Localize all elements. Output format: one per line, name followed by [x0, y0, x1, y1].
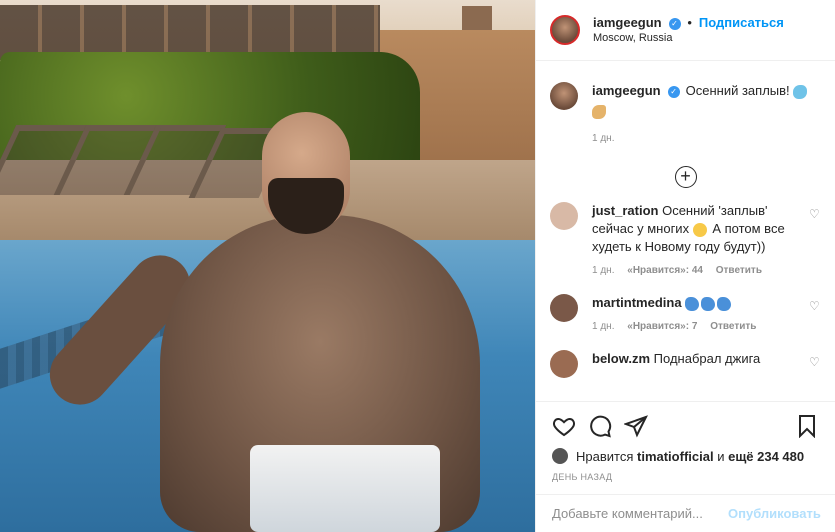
comment-body: below.zm Поднабрал джига	[592, 350, 797, 378]
reply-button[interactable]: Ответить	[710, 321, 756, 332]
post-actions: Нравится timatiofficial и ещё 234 480 ДЕ…	[536, 401, 835, 482]
comment-avatar[interactable]	[550, 294, 578, 322]
plus-circle-icon[interactable]: +	[674, 166, 697, 188]
comment-item: below.zm Поднабрал джига ♡	[550, 350, 821, 378]
likes-avatar[interactable]	[552, 448, 568, 464]
header-text: iamgeegun ✓ • Подписаться Moscow, Russia	[593, 14, 784, 45]
bookmark-icon[interactable]	[795, 414, 819, 438]
comment-text: Поднабрал джига	[653, 351, 761, 366]
instagram-post: iamgeegun ✓ • Подписаться Moscow, Russia…	[0, 0, 835, 532]
share-icon[interactable]	[624, 414, 648, 438]
comments-area[interactable]: iamgeegun ✓ Осенний заплыв! 1 дн. + just_r…	[536, 61, 835, 401]
wave-emoji	[717, 296, 732, 311]
comment-likes[interactable]: «Нравится»: 7	[627, 321, 697, 332]
likes-user[interactable]: timatiofficial	[637, 449, 714, 464]
caption-avatar[interactable]	[550, 82, 578, 110]
post-photo[interactable]	[0, 0, 535, 532]
muscle-emoji	[592, 104, 606, 119]
comment-item: martintmedina 1 дн. «Нравится»: 7 Ответи…	[550, 294, 821, 336]
comment-input[interactable]	[552, 506, 728, 521]
add-comment-bar: Опубликовать	[536, 494, 835, 532]
verified-icon: ✓	[668, 17, 681, 30]
comment-time[interactable]: 1 дн.	[592, 321, 614, 332]
post-time[interactable]: ДЕНЬ НАЗАД	[552, 472, 819, 482]
comment-body: martintmedina 1 дн. «Нравится»: 7 Ответи…	[592, 294, 797, 336]
sweat-smile-emoji	[692, 222, 707, 237]
heart-icon[interactable]: ♡	[809, 208, 821, 220]
comment-icon[interactable]	[588, 414, 612, 438]
post-location[interactable]: Moscow, Russia	[593, 32, 784, 46]
photo-person-shorts	[250, 445, 440, 532]
comment-body: just_ration Осенний 'заплыв' сейчас у мн…	[592, 202, 797, 280]
likes-middle: и	[717, 448, 725, 464]
verified-icon: ✓	[667, 85, 680, 98]
heart-icon[interactable]: ♡	[809, 300, 821, 312]
likes-prefix: Нравится	[576, 448, 634, 464]
wave-emoji	[685, 296, 700, 311]
comment-item: just_ration Осенний 'заплыв' сейчас у мн…	[550, 202, 821, 280]
comment-meta: 1 дн. «Нравится»: 44 Ответить	[592, 262, 797, 280]
caption-text: Осенний заплыв!	[685, 83, 790, 98]
follow-button[interactable]: Подписаться	[699, 15, 784, 30]
caption-text-block: iamgeegun ✓ Осенний заплыв! 1 дн.	[592, 82, 808, 148]
heart-icon[interactable]	[552, 414, 576, 438]
post-side-panel: iamgeegun ✓ • Подписаться Moscow, Russia…	[535, 0, 835, 532]
caption: iamgeegun ✓ Осенний заплыв! 1 дн.	[550, 61, 821, 148]
separator-dot: •	[687, 15, 692, 31]
load-more-comments: +	[550, 166, 821, 188]
reply-button[interactable]: Ответить	[716, 265, 762, 276]
author-username[interactable]: iamgeegun	[593, 15, 662, 30]
caption-time[interactable]: 1 дн.	[592, 133, 614, 144]
heart-icon[interactable]: ♡	[809, 356, 821, 368]
post-header: iamgeegun ✓ • Подписаться Moscow, Russia	[536, 0, 835, 61]
dolphin-emoji	[793, 84, 808, 99]
wave-emoji	[701, 296, 716, 311]
publish-button[interactable]: Опубликовать	[728, 506, 821, 521]
comment-username[interactable]: martintmedina	[592, 295, 682, 310]
caption-username[interactable]: iamgeegun	[592, 83, 661, 98]
action-icons	[552, 408, 819, 444]
comment-avatar[interactable]	[550, 202, 578, 230]
likes-others[interactable]: ещё 234 480	[728, 449, 804, 464]
author-avatar[interactable]	[550, 15, 580, 45]
comment-meta: 1 дн. «Нравится»: 7 Ответить	[592, 318, 797, 336]
likes-line: Нравится timatiofficial и ещё 234 480	[552, 448, 819, 464]
comment-avatar[interactable]	[550, 350, 578, 378]
comment-likes[interactable]: «Нравится»: 44	[627, 265, 703, 276]
comment-username[interactable]: just_ration	[592, 203, 658, 218]
comment-time[interactable]: 1 дн.	[592, 265, 614, 276]
comment-username[interactable]: below.zm	[592, 351, 650, 366]
